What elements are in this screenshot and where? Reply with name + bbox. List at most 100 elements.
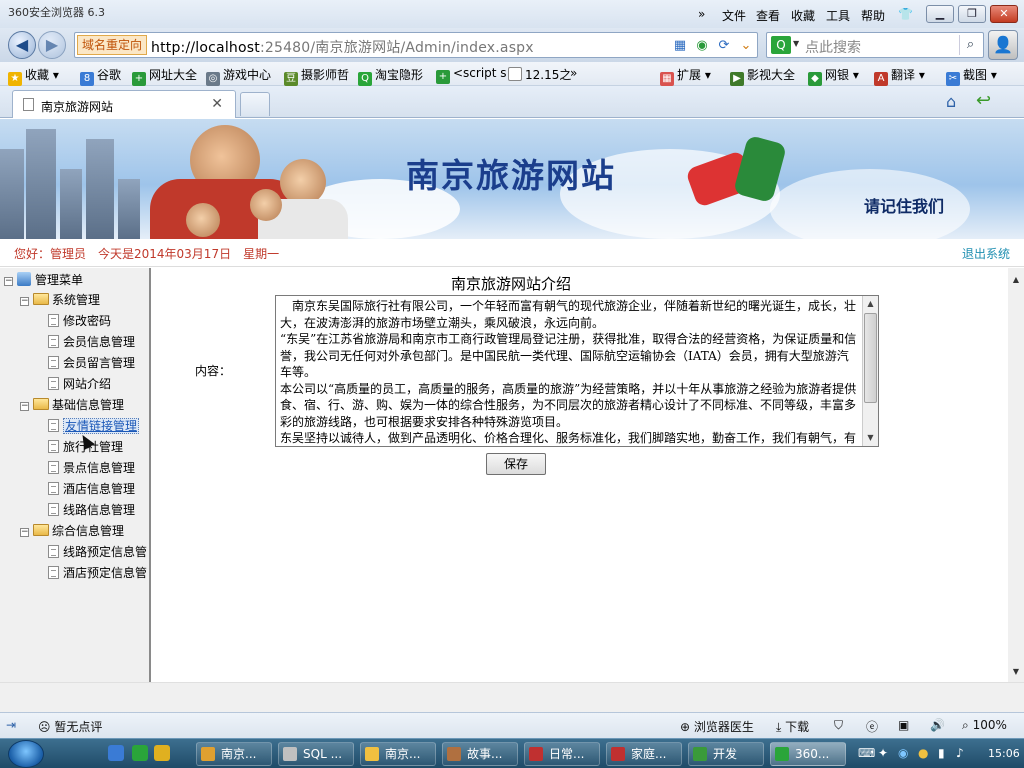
menu-file[interactable]: 文件 <box>722 7 746 24</box>
taskbar-task[interactable]: 日常... <box>524 742 600 766</box>
tree-item-member-info[interactable]: 会员信息管理 <box>48 332 135 352</box>
close-window-button[interactable]: ✕ <box>990 5 1018 23</box>
new-tab-button[interactable] <box>240 92 270 116</box>
bookmark-favorites[interactable]: ★ 收藏 ▾ <box>8 66 59 86</box>
taskbar-task[interactable]: 南京... <box>360 742 436 766</box>
minimize-button[interactable]: ▁ <box>926 5 954 23</box>
overflow-chevron-icon[interactable]: » <box>698 7 705 21</box>
scroll-down-icon[interactable]: ▼ <box>1008 664 1024 680</box>
menu-help[interactable]: 帮助 <box>861 7 885 24</box>
tree-item-routes[interactable]: 线路信息管理 <box>48 500 135 520</box>
search-box[interactable]: Q ▼ 点此搜索 ⌕ <box>766 32 984 58</box>
bookmarks-overflow-icon[interactable]: » <box>570 66 577 80</box>
collapse-icon[interactable]: − <box>4 277 13 286</box>
window-icon[interactable]: ▣ <box>898 718 909 732</box>
url-text[interactable]: http://localhost:25480/南京旅游网站/Admin/inde… <box>151 37 534 57</box>
scroll-down-icon[interactable]: ▼ <box>863 430 878 446</box>
tab-nanjing-travel[interactable]: 南京旅游网站 ✕ <box>12 90 236 118</box>
taskbar-task[interactable]: 开发 <box>688 742 764 766</box>
page-scrollbar[interactable]: ▲ ▼ <box>1008 268 1024 682</box>
sound-icon[interactable]: 🔊 <box>930 718 945 732</box>
tree-group-basic[interactable]: − 基础信息管理 <box>20 395 124 415</box>
review-status[interactable]: ☹ 暂无点评 <box>38 718 102 735</box>
scroll-thumb[interactable] <box>864 313 877 403</box>
textarea-scrollbar[interactable]: ▲ ▼ <box>862 296 878 446</box>
browser-360-icon[interactable] <box>132 745 148 761</box>
domain-redirect-badge[interactable]: 域名重定向 <box>77 35 148 55</box>
user-avatar-icon[interactable]: 👤 <box>988 30 1018 60</box>
logout-link[interactable]: 退出系统 <box>962 245 1010 262</box>
toolbar-translate[interactable]: A 翻译 ▾ <box>874 66 925 86</box>
toolbar-extensions[interactable]: ▦ 扩展 ▾ <box>660 66 711 86</box>
qr-code-icon[interactable]: ▦ <box>671 37 689 55</box>
network-icon[interactable]: ◉ <box>898 746 908 760</box>
taskbar-task[interactable]: 家庭... <box>606 742 682 766</box>
bookmark-sites[interactable]: + 网址大全 <box>132 66 197 86</box>
scroll-up-icon[interactable]: ▲ <box>1008 272 1024 288</box>
tab-close-icon[interactable]: ✕ <box>211 96 223 112</box>
menu-view[interactable]: 查看 <box>756 7 780 24</box>
dropdown-chevron-icon[interactable]: ⌄ <box>737 37 755 55</box>
tree-group-system[interactable]: − 系统管理 <box>20 290 100 310</box>
tree-item-hotel-bookings[interactable]: 酒店预定信息管 <box>48 563 147 583</box>
content-textarea[interactable]: 南京东吴国际旅行社有限公司，一个年轻而富有朝气的现代旅游企业，伴随着新世纪的曙光… <box>275 295 879 447</box>
tree-item-hotels[interactable]: 酒店信息管理 <box>48 479 135 499</box>
browser-doctor[interactable]: ⊕ 浏览器医生 <box>680 718 754 735</box>
bookmark-1215[interactable]: 12.15之 <box>508 66 571 83</box>
home-icon[interactable]: ⌂ <box>946 92 956 111</box>
undo-arrow-icon[interactable]: ↩ <box>976 90 991 111</box>
back-icon[interactable]: ◀ <box>8 31 36 59</box>
tree-item-member-messages[interactable]: 会员留言管理 <box>48 353 135 373</box>
search-input[interactable]: 点此搜索 <box>805 37 861 57</box>
sidebar-toggle-icon[interactable]: ⇥ <box>6 718 16 732</box>
keyboard-icon[interactable]: ⌨ <box>858 746 875 760</box>
menu-tools[interactable]: 工具 <box>826 7 850 24</box>
tree-root[interactable]: − 管理菜单 <box>4 270 83 290</box>
collapse-icon[interactable]: − <box>20 297 29 306</box>
volume-icon[interactable]: ♪ <box>956 746 964 760</box>
speed-icon[interactable]: ⛉ <box>834 718 843 733</box>
refresh-icon[interactable]: ⟳ <box>715 37 733 55</box>
toolbar-screenshot[interactable]: ✂ 截图 ▾ <box>946 66 997 86</box>
zoom-control[interactable]: ⌕ 100% <box>962 718 1007 733</box>
tree-item-site-intro[interactable]: 网站介绍 <box>48 374 111 394</box>
downloads[interactable]: ⤓ 下载 <box>776 718 809 735</box>
toolbar-ebank[interactable]: ◆ 网银 ▾ <box>808 66 859 86</box>
ime-icon[interactable]: ✦ <box>878 746 888 760</box>
collapse-icon[interactable]: − <box>20 402 29 411</box>
tree-item-scenic-spots[interactable]: 景点信息管理 <box>48 458 135 478</box>
search-go-icon[interactable]: ⌕ <box>959 35 981 55</box>
forward-icon[interactable]: ▶ <box>38 31 66 59</box>
ie-icon[interactable] <box>108 745 124 761</box>
ie-compat-icon[interactable]: ⓔ <box>866 718 878 735</box>
bookmark-script[interactable]: + <script s <box>436 66 507 84</box>
tree-item-change-password[interactable]: 修改密码 <box>48 311 111 331</box>
app-icon[interactable] <box>154 745 170 761</box>
taskbar-task[interactable]: 南京... <box>196 742 272 766</box>
tree-item-route-bookings[interactable]: 线路预定信息管 <box>48 542 147 562</box>
bookmark-taobao[interactable]: Q 淘宝隐形 <box>358 66 423 86</box>
start-button[interactable] <box>8 740 44 768</box>
menu-favorites[interactable]: 收藏 <box>791 7 815 24</box>
qq-icon[interactable]: ● <box>918 746 928 760</box>
taskbar-task[interactable]: SQL ... <box>278 742 354 766</box>
save-button[interactable]: 保存 <box>486 453 546 475</box>
bookmark-google[interactable]: 8 谷歌 <box>80 66 121 86</box>
taskbar-task-active[interactable]: 360... <box>770 742 846 766</box>
search-engine-icon[interactable]: Q <box>771 36 791 54</box>
scroll-up-icon[interactable]: ▲ <box>863 296 878 312</box>
clock[interactable]: 15:06 <box>988 747 1020 760</box>
compat-mode-icon[interactable]: ◉ <box>693 37 711 55</box>
bookmark-photo[interactable]: 豆摄影师哲 <box>284 66 349 86</box>
toolbar-video[interactable]: ▶ 影视大全 <box>730 66 795 86</box>
address-bar[interactable]: 域名重定向 http://localhost:25480/南京旅游网站/Admi… <box>74 32 758 58</box>
tree-group-comprehensive[interactable]: − 综合信息管理 <box>20 521 124 541</box>
tree-item-friend-links[interactable]: 友情链接管理 <box>48 416 140 436</box>
skin-shirt-icon[interactable]: 👕 <box>898 7 913 21</box>
maximize-button[interactable]: ❐ <box>958 5 986 23</box>
collapse-icon[interactable]: − <box>20 528 29 537</box>
bookmark-games[interactable]: ◎ 游戏中心 <box>206 66 271 86</box>
engine-dropdown-icon[interactable]: ▼ <box>793 39 799 48</box>
taskbar-task[interactable]: 故事... <box>442 742 518 766</box>
signal-icon[interactable]: ▮ <box>938 746 945 760</box>
